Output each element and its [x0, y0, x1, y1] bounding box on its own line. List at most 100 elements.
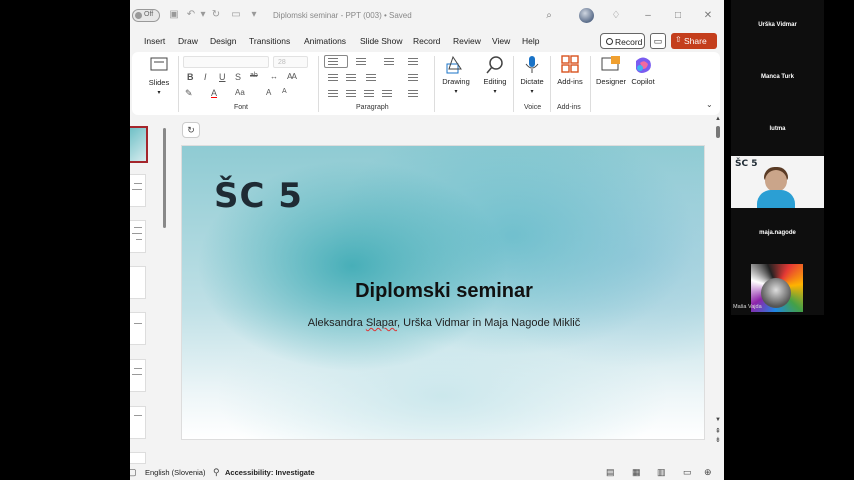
slideshow-icon[interactable]: ▭ — [683, 467, 692, 478]
undo-dropdown-icon[interactable]: ▾ — [197, 9, 209, 21]
designer-button[interactable]: Designer — [594, 55, 628, 86]
font-group-label: Font — [234, 104, 249, 111]
clear-format-icon[interactable]: Ꜳ — [287, 72, 297, 81]
language-status[interactable]: English (Slovenia) — [145, 468, 205, 477]
align-right-icon[interactable] — [364, 90, 374, 98]
slide-title[interactable]: Diplomski seminar — [182, 280, 704, 303]
tab-view[interactable]: View — [492, 36, 510, 46]
shrink-font-icon[interactable]: A — [282, 88, 287, 95]
shadow-button[interactable]: S — [235, 72, 241, 82]
thumbnail-slide-2[interactable] — [130, 174, 146, 207]
subtitle-text: , Urška Vidmar in Maja Nagode Miklič — [397, 317, 581, 329]
microphone-icon — [525, 56, 539, 73]
tab-insert[interactable]: Insert — [144, 36, 165, 46]
char-spacing-icon[interactable]: ↔ — [270, 72, 278, 81]
bold-button[interactable]: B — [187, 72, 194, 82]
strikethrough-button[interactable]: ab — [250, 72, 258, 79]
thumbnail-slide-3[interactable] — [130, 220, 146, 253]
bullets-button[interactable] — [324, 55, 348, 68]
editing-button[interactable]: Editing ▾ — [480, 55, 510, 95]
close-icon[interactable]: ✕ — [701, 9, 715, 23]
participant-video-tile[interactable]: ŠC 5 — [731, 156, 824, 208]
participant-tile[interactable]: Urška Vidmar — [731, 0, 824, 52]
columns-icon[interactable] — [366, 74, 376, 82]
tab-transitions[interactable]: Transitions — [249, 36, 290, 46]
font-size-box[interactable]: 28 — [273, 56, 308, 68]
addins-button[interactable]: Add-ins — [554, 55, 586, 86]
autosave-toggle[interactable]: Off — [132, 9, 160, 22]
underline-button[interactable]: U — [219, 72, 226, 82]
grow-font-icon[interactable]: A — [266, 88, 271, 97]
change-case-icon[interactable]: Aa — [235, 88, 245, 97]
thumbnail-slide-7[interactable] — [130, 406, 146, 439]
drawing-button[interactable]: Drawing ▾ — [440, 55, 472, 95]
account-avatar[interactable] — [579, 8, 594, 23]
tab-slide-show[interactable]: Slide Show — [360, 36, 403, 46]
highlight-icon[interactable]: ✎ — [185, 88, 193, 99]
participant-avatar-tile[interactable]: Maša Vajda — [731, 260, 824, 315]
dictate-button[interactable]: Dictate ▾ — [517, 55, 547, 95]
tab-draw[interactable]: Draw — [178, 36, 198, 46]
lightbulb-icon[interactable]: ♢ — [609, 9, 623, 23]
participant-tile[interactable]: maja.nagode — [731, 208, 824, 260]
record-button[interactable]: Record — [600, 33, 645, 49]
redo-icon[interactable]: ↻ — [210, 9, 222, 21]
scroll-down-icon[interactable]: ▼ — [715, 417, 721, 423]
copilot-button[interactable]: Copilot — [628, 55, 658, 86]
next-slide-icon[interactable]: ⇟ — [715, 436, 721, 444]
customize-icon[interactable]: ▾ — [248, 9, 260, 21]
thumbnail-slide-6[interactable] — [130, 359, 146, 392]
search-icon[interactable]: ⌕ — [542, 9, 556, 23]
tab-record[interactable]: Record — [413, 36, 440, 46]
slide-thumbnails — [130, 117, 170, 464]
font-color-icon[interactable]: A — [211, 88, 217, 98]
share-button[interactable]: ⇧ Share — [671, 33, 717, 49]
line-spacing-icon[interactable] — [384, 58, 394, 66]
thumbnail-slide-4[interactable] — [130, 266, 146, 299]
normal-view-icon[interactable]: ▤ — [606, 467, 615, 478]
document-title[interactable]: Diplomski seminar - PPT (003) • Saved — [273, 11, 412, 20]
text-direction-icon[interactable] — [408, 58, 418, 66]
slide-1[interactable]: ŠC 5 Diplomski seminar Aleksandra Slapar… — [181, 145, 705, 440]
participant-tile[interactable]: Manca Turk — [731, 52, 824, 104]
undo-icon[interactable]: ↶ — [185, 9, 197, 21]
slide-subtitle[interactable]: Aleksandra Slapar, Urška Vidmar in Maja … — [182, 317, 704, 329]
share-label: Share — [684, 36, 707, 46]
italic-button[interactable]: I — [204, 72, 207, 82]
copilot-float-button[interactable]: ↻ — [182, 122, 200, 138]
tab-help[interactable]: Help — [522, 36, 539, 46]
thumbnail-scrollbar[interactable] — [163, 128, 166, 228]
smartart-icon[interactable] — [408, 90, 418, 98]
increase-indent-icon[interactable] — [346, 74, 356, 82]
numbering-icon[interactable] — [356, 58, 366, 66]
comment-icon: ▭ — [653, 36, 663, 46]
present-icon[interactable]: ▭ — [230, 9, 242, 21]
prev-slide-icon[interactable]: ⇞ — [715, 427, 721, 435]
save-icon[interactable]: ▣ — [168, 9, 180, 21]
notes-icon[interactable]: ▢ — [130, 467, 137, 478]
collapse-ribbon-icon[interactable]: ⌄ — [706, 100, 713, 109]
justify-icon[interactable] — [382, 90, 392, 98]
decrease-indent-icon[interactable] — [328, 74, 338, 82]
scroll-up-icon[interactable]: ▲ — [715, 116, 721, 122]
thumbnail-slide-8[interactable] — [130, 452, 146, 464]
tab-design[interactable]: Design — [210, 36, 236, 46]
thumbnail-slide-5[interactable] — [130, 312, 146, 345]
accessibility-status[interactable]: Accessibility: Investigate — [225, 468, 315, 477]
tab-animations[interactable]: Animations — [304, 36, 346, 46]
minimize-icon[interactable]: – — [641, 9, 655, 23]
fit-slide-icon[interactable]: ⊕ — [704, 467, 712, 478]
align-text-icon[interactable] — [408, 74, 418, 82]
align-center-icon[interactable] — [346, 90, 356, 98]
font-name-box[interactable] — [183, 56, 269, 68]
align-left-icon[interactable] — [328, 90, 338, 98]
participant-tile[interactable]: lutma — [731, 104, 824, 156]
maximize-icon[interactable]: □ — [671, 9, 685, 23]
slide-scrollbar[interactable]: ▲ ▼ ⇞ ⇟ — [715, 116, 721, 452]
new-slide-button[interactable]: Slides ▾ — [144, 56, 174, 96]
comments-button[interactable]: ▭ — [650, 33, 666, 49]
reading-view-icon[interactable]: ▥ — [657, 467, 666, 478]
thumbnail-slide-1[interactable] — [130, 126, 148, 163]
tab-review[interactable]: Review — [453, 36, 481, 46]
slide-sorter-icon[interactable]: ▦ — [632, 467, 641, 478]
